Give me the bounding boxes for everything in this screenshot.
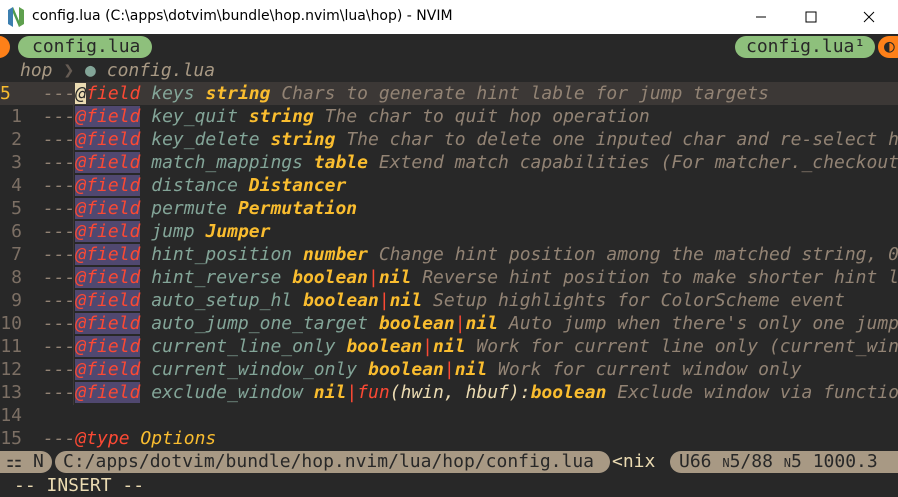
line-marker: N xyxy=(722,456,730,470)
code-line[interactable]: 5 ---@field permute Permutation xyxy=(0,197,898,220)
text-cursor: @ xyxy=(75,83,87,104)
grid-icon: ⚏ xyxy=(6,451,23,472)
line-number: 8 xyxy=(11,267,22,288)
code-line[interactable]: 13 ---@field exclude_window nil|fun(hwin… xyxy=(0,381,898,404)
code-line[interactable]: 5 ---@field keys string Chars to generat… xyxy=(0,82,898,105)
code-line[interactable]: 15 ---@type Options xyxy=(0,427,898,450)
code-line[interactable]: 8 ---@field hint_reverse boolean|nil Rev… xyxy=(0,266,898,289)
code-line[interactable]: 7 ---@field hint_position number Change … xyxy=(0,243,898,266)
cursor-position: 5/88 xyxy=(729,451,773,472)
line-number: 4 xyxy=(11,175,22,196)
code-line[interactable]: 11 ---@field current_line_only boolean|n… xyxy=(0,335,898,358)
buffer-tab-config-lua[interactable]: config.lua xyxy=(18,36,152,58)
code-line[interactable]: 10 ---@field auto_jump_one_target boolea… xyxy=(0,312,898,335)
tabline: config.lua config.lua¹ ◐ xyxy=(0,34,898,59)
column-info: 5 1000.3 xyxy=(791,451,878,472)
line-number: 13 xyxy=(0,382,22,403)
code-line[interactable]: 3 ---@field match_mappings table Extend … xyxy=(0,151,898,174)
maximize-button[interactable] xyxy=(788,0,834,34)
line-number: 5 xyxy=(11,198,22,219)
breadcrumb-folder[interactable]: hop xyxy=(20,60,53,81)
code-line[interactable]: 1 ---@field key_quit string The char to … xyxy=(0,105,898,128)
fileformat: <nix xyxy=(612,451,656,472)
line-number: 5 xyxy=(0,83,11,104)
line-number: 10 xyxy=(0,313,22,334)
code-line[interactable]: 12 ---@field current_window_only boolean… xyxy=(0,358,898,381)
mode-indicator: ⚏ N xyxy=(0,451,52,473)
line-number: 15 xyxy=(0,428,22,449)
line-number: 7 xyxy=(11,244,22,265)
close-button[interactable] xyxy=(846,0,892,34)
lua-icon: ● xyxy=(85,60,96,81)
breadcrumb: hop ❯ ● config.lua xyxy=(0,59,898,82)
file-path: C:/apps/dotvim/bundle/hop.nvim/lua/hop/c… xyxy=(55,451,610,473)
code-line[interactable]: 6 ---@field jump Jumper xyxy=(0,220,898,243)
line-number: 9 xyxy=(11,290,22,311)
doc-tag: @field xyxy=(75,83,140,104)
doc-tag-rest: field xyxy=(86,83,141,104)
code-line[interactable]: 2 ---@field key_delete string The char t… xyxy=(0,128,898,151)
command-line[interactable]: -- INSERT -- xyxy=(0,474,898,497)
tab-left-cap xyxy=(0,36,10,58)
maximize-icon xyxy=(805,11,817,23)
line-number: 14 xyxy=(0,405,22,426)
line-number: 3 xyxy=(11,152,22,173)
window-titlebar: config.lua (C:\apps\dotvim\bundle\hop.nv… xyxy=(0,0,898,34)
minimize-icon xyxy=(756,16,766,18)
editor-buffer[interactable]: 5 ---@field keys string Chars to generat… xyxy=(0,82,898,450)
position-section: U66 N5/88 N5 1000.3 xyxy=(670,451,898,473)
line-number: 6 xyxy=(11,221,22,242)
breadcrumb-file[interactable]: config.lua xyxy=(107,60,215,81)
col-marker: N xyxy=(783,456,792,470)
tab-config-lua-right[interactable]: config.lua¹ xyxy=(735,36,875,58)
line-number: 1 xyxy=(11,106,22,127)
code-line[interactable]: 4 ---@field distance Distancer xyxy=(0,174,898,197)
line-number: 12 xyxy=(0,359,22,380)
statusline: ⚏ N C:/apps/dotvim/bundle/hop.nvim/lua/h… xyxy=(0,450,898,474)
line-number: 11 xyxy=(0,336,22,357)
line-number: 2 xyxy=(11,129,22,150)
code-line[interactable]: 9 ---@field auto_setup_hl boolean|nil Se… xyxy=(0,289,898,312)
neovim-icon xyxy=(8,7,24,27)
chevron-right-icon: ❯ xyxy=(63,60,75,81)
minimize-button[interactable] xyxy=(738,0,784,34)
code-line[interactable]: 14 xyxy=(0,404,898,427)
window-title: config.lua (C:\apps\dotvim\bundle\hop.nv… xyxy=(32,8,453,24)
close-icon xyxy=(863,11,875,23)
tab-right-cap: ◐ xyxy=(878,36,898,58)
encoding: U66 xyxy=(679,451,712,472)
